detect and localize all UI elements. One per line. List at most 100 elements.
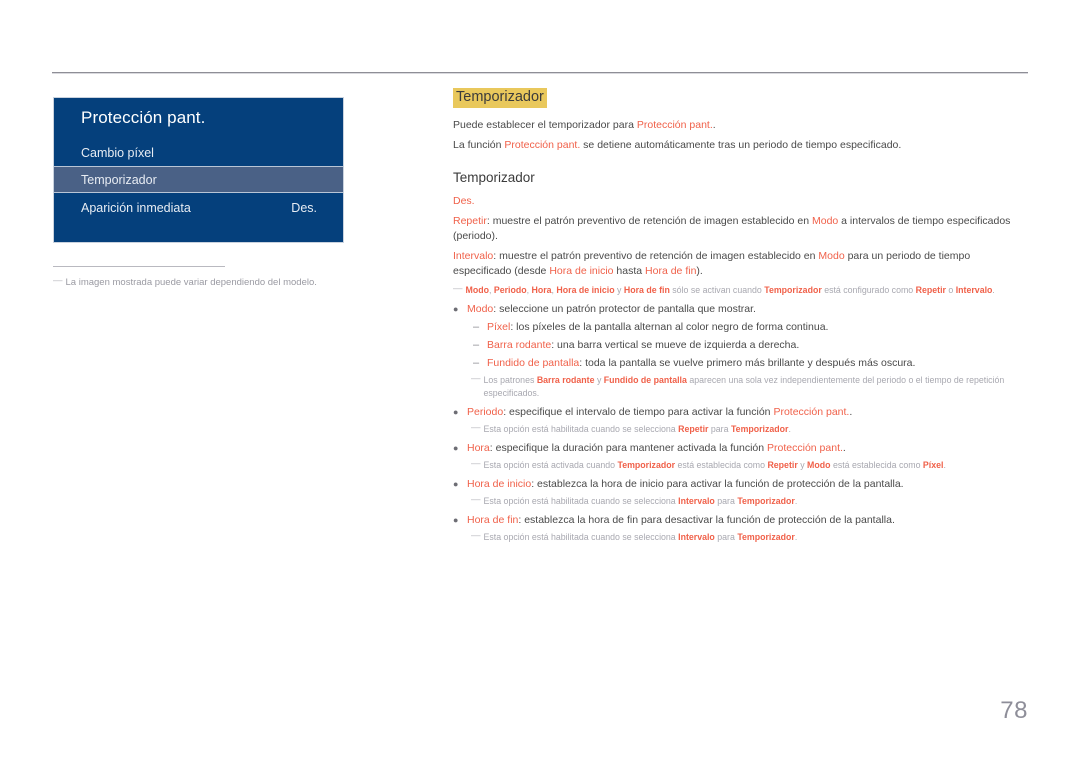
emphasis-term: Temporizador <box>730 424 789 434</box>
note-text: Esta opción está habilitada cuando se se… <box>484 531 1029 544</box>
note-line: ― Esta opción está habilitada cuando se s… <box>471 423 1028 436</box>
body-text: Esta opción está habilitada cuando se se… <box>483 496 679 506</box>
emphasis-term: Hora de fin <box>645 265 697 277</box>
intro-paragraph: La función Protección pant. se detiene a… <box>453 138 1028 152</box>
body-text: : especifique la duración para mantener … <box>489 442 768 454</box>
bullet-text: Modo: seleccione un patrón protector de … <box>467 302 1028 317</box>
body-text: : muestre el patrón preventivo de retenc… <box>493 250 819 262</box>
body-text: : establezca la hora de inicio para acti… <box>531 478 904 490</box>
option-line: Intervalo: muestre el patrón preventivo … <box>453 249 1028 279</box>
dot-bullet-icon: ● <box>453 443 459 453</box>
dot-bullet-icon: ● <box>453 304 459 314</box>
emphasis-term: Modo <box>465 285 489 295</box>
body-text: Esta opción está habilitada cuando se se… <box>483 532 679 542</box>
emphasis-term: Temporizador <box>737 496 795 506</box>
note-line: ― Esta opción está habilitada cuando se s… <box>471 531 1028 544</box>
body-text: y <box>797 460 808 470</box>
emphasis-term: Barra rodante <box>487 339 552 351</box>
body-text: ). <box>696 265 703 277</box>
emphasis-term: Intervalo <box>955 285 993 295</box>
body-text: . <box>794 496 798 506</box>
osd-menu-item-temporizador[interactable]: Temporizador <box>54 166 343 193</box>
option-lines: Des. Repetir: muestre el patrón preventiv… <box>453 194 1028 279</box>
emphasis-term: Temporizador <box>764 285 822 295</box>
intro-paragraphs: Puede establecer el temporizador para Pr… <box>453 118 1028 152</box>
body-text: sólo se activan cuando <box>669 285 765 295</box>
body-text: para <box>708 424 731 434</box>
emphasis-term: Protección pant. <box>767 442 843 454</box>
body-text: o <box>945 285 956 295</box>
body-text: para <box>714 532 738 542</box>
emphasis-term: Protección pant. <box>636 119 713 131</box>
emphasis-term: Modo <box>811 215 839 227</box>
bullet-text: Barra rodante: una barra vertical se mue… <box>487 338 1028 353</box>
emphasis-term: Repetir <box>453 215 487 227</box>
body-text: : los píxeles de la pantalla alternan al… <box>510 321 829 333</box>
bullet-text: Hora de fin: establezca la hora de fin p… <box>467 513 1028 528</box>
page-top-rule <box>52 72 1028 74</box>
osd-menu-item-cambio-pixel[interactable]: Cambio píxel <box>54 139 343 166</box>
emphasis-term: Periodo <box>467 406 504 418</box>
body-text: : seleccione un patrón protector de pant… <box>493 303 756 315</box>
body-text: . <box>992 285 995 295</box>
emphasis-term: Hora de inicio <box>467 478 532 490</box>
body-text: está establecida como <box>675 460 768 470</box>
emphasis-term: Temporizador <box>617 460 676 470</box>
content-blocks: ● Modo: seleccione un patrón protector de… <box>453 302 1028 544</box>
emphasis-term: Periodo <box>493 285 527 295</box>
emphasis-term: Des. <box>453 195 475 207</box>
note-line: ― Modo, Periodo, Hora, Hora de inicio y H… <box>453 284 1028 297</box>
note-dash-icon: ― <box>453 283 463 294</box>
emphasis-term: Hora de inicio <box>549 265 614 277</box>
dot-bullet-icon: ● <box>453 479 459 489</box>
body-text: está configurado como <box>821 285 916 295</box>
body-text: y <box>594 375 604 385</box>
bullet-text: Periodo: especifique el intervalo de tie… <box>467 405 1028 420</box>
note-dash-icon: ― <box>471 422 481 433</box>
emphasis-term: Barra rodante <box>536 375 595 385</box>
bullet-text: Hora de inicio: establezca la hora de in… <box>467 477 1028 492</box>
body-text: : especifique el intervalo de tiempo par… <box>503 406 774 418</box>
note-dash-icon: ― <box>53 275 63 286</box>
bullet-item: ● Hora: especifique la duración para mant… <box>453 441 1028 456</box>
body-text: hasta <box>613 265 646 277</box>
body-text: para <box>714 496 738 506</box>
bullet-text: Píxel: los píxeles de la pantalla altern… <box>487 320 1028 335</box>
left-footnote-text: La imagen mostrada puede variar dependie… <box>65 277 317 288</box>
emphasis-term: Hora <box>531 285 552 295</box>
option-line: Des. <box>453 194 1028 209</box>
intro-paragraph: Puede establecer el temporizador para Pr… <box>453 118 1028 132</box>
body-text: . <box>794 532 798 542</box>
section-heading: Temporizador <box>453 88 547 108</box>
emphasis-term: Temporizador <box>737 532 795 542</box>
note-text: Los patrones Barra rodante y Fundido de … <box>484 374 1029 400</box>
note-dash-icon: ― <box>471 530 481 541</box>
body-text: Esta opción está activada cuando <box>483 460 618 470</box>
body-text: La función <box>453 139 505 151</box>
note-top-host: ― Modo, Periodo, Hora, Hora de inicio y H… <box>453 284 1028 297</box>
left-footnote: ― La imagen mostrada puede variar depend… <box>53 276 343 290</box>
emphasis-term: Protección pant. <box>504 139 581 151</box>
emphasis-term: Hora de fin <box>623 285 670 295</box>
emphasis-term: Repetir <box>678 424 709 434</box>
note-text: Esta opción está activada cuando Tempori… <box>484 459 1029 472</box>
bullet-item: ● Hora de inicio: establezca la hora de i… <box>453 477 1028 492</box>
dash-bullet-icon: – <box>473 321 480 333</box>
emphasis-term: Repetir <box>767 460 798 470</box>
bullet-item: ● Hora de fin: establezca la hora de fin … <box>453 513 1028 528</box>
body-text: : muestre el patrón preventivo de retenc… <box>486 215 812 227</box>
emphasis-term: Intervalo <box>453 250 494 262</box>
left-note-divider <box>53 266 225 267</box>
dot-bullet-icon: ● <box>453 515 459 525</box>
osd-item-label: Cambio píxel <box>81 145 154 160</box>
sub-heading: Temporizador <box>453 170 535 185</box>
emphasis-term: Modo <box>818 250 845 262</box>
emphasis-term: Hora de inicio <box>556 285 615 295</box>
body-text: . <box>712 119 716 131</box>
body-text: . <box>943 460 946 470</box>
emphasis-term: Hora de fin <box>467 514 519 526</box>
emphasis-term: Fundido de pantalla <box>487 357 580 369</box>
osd-menu-item-aparicion-inmediata[interactable]: Aparición inmediata Des. <box>54 194 343 221</box>
osd-menu-panel: Protección pant. Cambio píxel Temporizad… <box>53 97 344 243</box>
note-dash-icon: ― <box>471 458 481 469</box>
